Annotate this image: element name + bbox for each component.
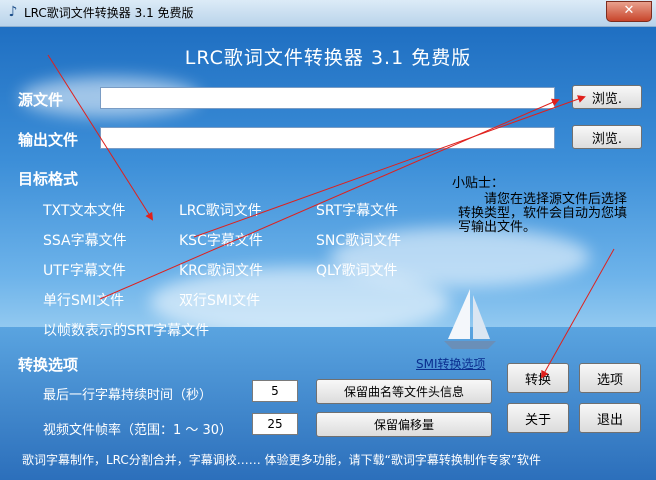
arrow-to-format: [47, 54, 154, 221]
annotation-arrows: [47, 54, 615, 379]
music-note-icon: ♪: [8, 4, 18, 20]
title-bar: ♪ LRC歌词文件转换器 3.1 免费版 ✕: [0, 0, 656, 27]
close-button[interactable]: ✕: [606, 1, 652, 22]
window-title: LRC歌词文件转换器 3.1 免费版: [24, 6, 194, 20]
client-area: LRC歌词文件转换器 3.1 免费版 源文件 浏览. 输出文件 浏览. 目标格式…: [0, 27, 656, 480]
app-window: ♪ LRC歌词文件转换器 3.1 免费版 ✕ LRC歌词文件转换器 3.1 免费…: [0, 0, 656, 480]
arrow-to-convert: [541, 248, 615, 379]
arrow-to-browse: [193, 95, 586, 238]
arrow-from-smi: [99, 98, 560, 300]
